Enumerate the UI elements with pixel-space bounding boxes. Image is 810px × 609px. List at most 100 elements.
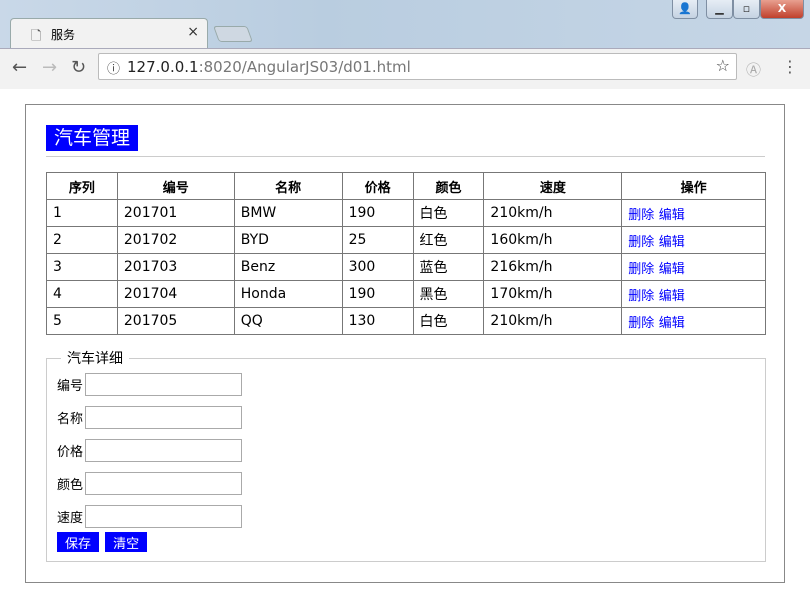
maximize-button[interactable]: ▫ [733, 0, 760, 19]
column-header: 编号 [116, 172, 235, 200]
delete-link[interactable]: 删除 [628, 316, 654, 331]
form-legend: 汽车详细 [67, 351, 123, 367]
actions-cell: 删除 编辑 [621, 280, 766, 308]
table-cell: 210km/h [483, 307, 623, 335]
page-title: 汽车管理 [46, 125, 139, 151]
table-cell: 蓝色 [412, 253, 485, 281]
divider [46, 156, 765, 157]
edit-link[interactable]: 编辑 [659, 208, 685, 223]
column-header: 颜色 [412, 172, 485, 200]
table-cell: 2 [46, 226, 118, 254]
table-cell: 300 [341, 253, 414, 281]
form-row: 编号 [57, 368, 755, 401]
delete-link[interactable]: 删除 [628, 235, 654, 250]
forward-icon[interactable]: → [42, 57, 57, 78]
edit-link[interactable]: 编辑 [659, 289, 685, 304]
actions-cell: 删除 编辑 [621, 307, 766, 335]
toolbar: ← → ↻ ⓘ 127.0.0.1:8020/AngularJS03/d01.h… [0, 48, 810, 89]
table-cell: BYD [233, 226, 343, 254]
browser-tab[interactable]: 🗋 服务 × [10, 18, 208, 48]
page-icon: 🗋 [31, 29, 42, 44]
table-cell: 红色 [412, 226, 485, 254]
table-cell: 170km/h [483, 280, 623, 308]
page-content: 汽车管理 序列 编号 名称 价格 颜色 速度 操作 1 201701 BMW 190 白色 210km… [0, 89, 810, 609]
table-cell: 4 [46, 280, 118, 308]
table-cell: 216km/h [483, 253, 623, 281]
field-label: 编号 [57, 379, 84, 394]
field-input[interactable] [85, 373, 243, 396]
field-input[interactable] [85, 406, 243, 429]
url-path: :8020/AngularJS03/d01.html [198, 58, 411, 76]
table-cell: 190 [341, 199, 414, 227]
container: 汽车管理 序列 编号 名称 价格 颜色 速度 操作 1 201701 BMW 190 白色 210km… [25, 104, 785, 583]
table-row: 4 201704 Honda 190 黑色 170km/h 删除 编辑 [46, 280, 766, 308]
browser-chrome: 🗋 服务 × 👤 ▁ ▫ X ← → ↻ ⓘ 127.0.0.1:8020/An… [0, 0, 810, 89]
reload-icon[interactable]: ↻ [71, 57, 86, 78]
car-detail-form: 汽车详细 编号名称价格颜色速度 保存 清空 [46, 348, 766, 562]
actions-cell: 删除 编辑 [621, 226, 766, 254]
user-icon[interactable]: 👤 [672, 0, 698, 19]
bookmark-star-icon[interactable]: ☆ [716, 56, 730, 75]
form-row: 速度 [57, 500, 755, 533]
table-cell: 201701 [116, 199, 235, 227]
table-cell: 白色 [412, 307, 485, 335]
column-header: 价格 [341, 172, 414, 200]
table-cell: 201703 [116, 253, 235, 281]
table-cell: 201705 [116, 307, 235, 335]
back-icon[interactable]: ← [12, 57, 27, 78]
new-tab-button[interactable] [213, 26, 253, 42]
table-cell: QQ [233, 307, 343, 335]
column-header: 序列 [46, 172, 118, 200]
car-table: 序列 编号 名称 价格 颜色 速度 操作 1 201701 BMW 190 白色 210km/h 删除 … [46, 172, 766, 335]
delete-link[interactable]: 删除 [628, 208, 654, 223]
table-cell: 130 [341, 307, 414, 335]
edit-link[interactable]: 编辑 [659, 316, 685, 331]
column-header: 速度 [483, 172, 623, 200]
field-label: 价格 [57, 445, 84, 460]
table-cell: BMW [233, 199, 343, 227]
table-cell: 5 [46, 307, 118, 335]
menu-icon[interactable]: ⋮ [782, 57, 798, 76]
table-row: 2 201702 BYD 25 红色 160km/h 删除 编辑 [46, 226, 766, 254]
tab-title: 服务 [51, 28, 76, 42]
field-label: 速度 [57, 511, 84, 526]
table-cell: 160km/h [483, 226, 623, 254]
minimize-button[interactable]: ▁ [706, 0, 733, 19]
table-row: 1 201701 BMW 190 白色 210km/h 删除 编辑 [46, 199, 766, 227]
address-bar[interactable]: ⓘ 127.0.0.1:8020/AngularJS03/d01.html ☆ [98, 53, 737, 80]
delete-link[interactable]: 删除 [628, 289, 654, 304]
table-cell: 1 [46, 199, 118, 227]
close-tab-icon[interactable]: × [187, 24, 199, 40]
clear-button[interactable]: 清空 [105, 532, 148, 552]
field-input[interactable] [85, 505, 243, 528]
field-input[interactable] [85, 472, 243, 495]
table-cell: 25 [341, 226, 414, 254]
column-header: 操作 [621, 172, 766, 200]
save-button[interactable]: 保存 [57, 532, 100, 552]
form-row: 颜色 [57, 467, 755, 500]
table-cell: Honda [233, 280, 343, 308]
actions-cell: 删除 编辑 [621, 199, 766, 227]
table-cell: 201704 [116, 280, 235, 308]
close-window-button[interactable]: X [760, 0, 804, 19]
actions-cell: 删除 编辑 [621, 253, 766, 281]
edit-link[interactable]: 编辑 [659, 262, 685, 277]
table-row: 5 201705 QQ 130 白色 210km/h 删除 编辑 [46, 307, 766, 335]
column-header: 名称 [233, 172, 343, 200]
table-cell: 201702 [116, 226, 235, 254]
form-row: 价格 [57, 434, 755, 467]
field-input[interactable] [85, 439, 243, 462]
delete-link[interactable]: 删除 [628, 262, 654, 277]
table-cell: 白色 [412, 199, 485, 227]
field-label: 颜色 [57, 478, 84, 493]
table-cell: 210km/h [483, 199, 623, 227]
url-host: 127.0.0.1 [127, 58, 199, 76]
table-cell: 190 [341, 280, 414, 308]
table-cell: 3 [46, 253, 118, 281]
field-label: 名称 [57, 412, 84, 427]
angular-extension-icon[interactable]: Ⓐ [746, 59, 761, 80]
table-cell: Benz [233, 253, 343, 281]
form-row: 名称 [57, 401, 755, 434]
info-icon[interactable]: ⓘ [107, 58, 120, 77]
edit-link[interactable]: 编辑 [659, 235, 685, 250]
